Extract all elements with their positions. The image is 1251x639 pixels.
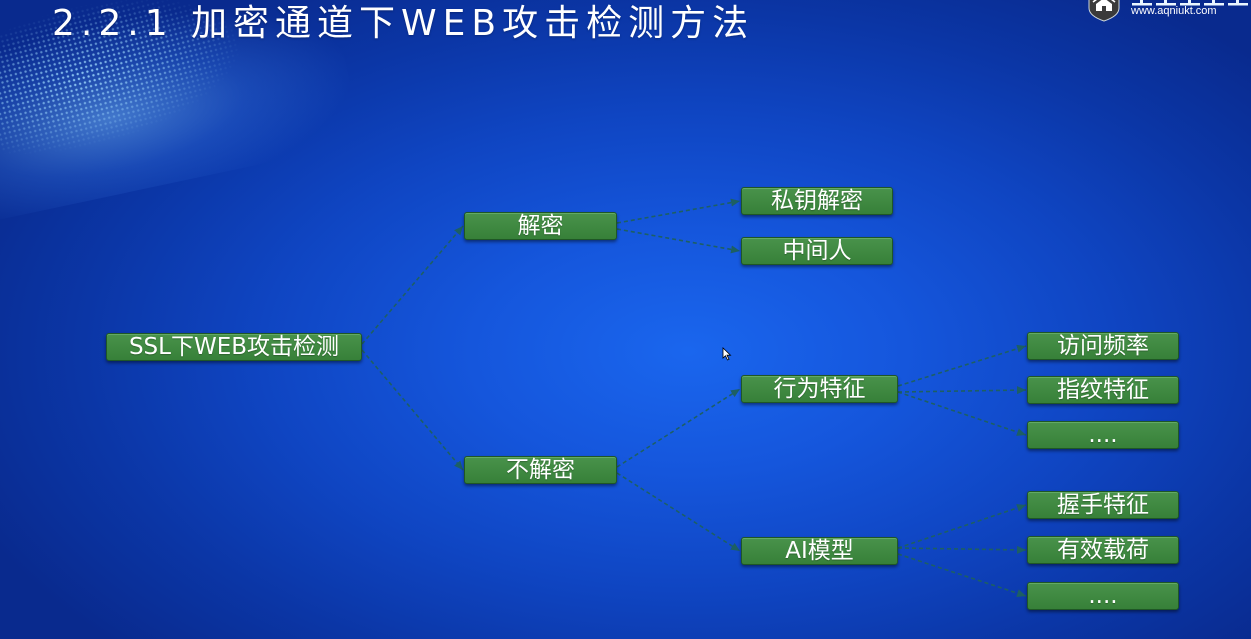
node-private-key-decryption: 私钥解密 [741,187,893,215]
node-payload: 有效载荷 [1027,536,1179,564]
connector-arrow-nodecrypt [361,349,464,471]
node-ai-model: AI模型 [741,537,898,565]
connector-arrow-mitm [616,228,741,254]
connector-arrow-freq [897,344,1027,387]
node-no-decrypt: 不解密 [464,456,617,484]
node-handshake-features: 握手特征 [1027,491,1179,519]
node-more-ai: .... [1027,582,1179,610]
connector-arrow-fingerprint [897,386,1027,395]
node-access-frequency: 访问频率 [1027,332,1179,360]
connector-arrow-more2 [897,553,1027,597]
connector-arrow-handshake [897,504,1027,549]
slide-title: 2.2.1 加密通道下WEB攻击检测方法 [52,3,755,44]
node-more-behavior: .... [1027,421,1179,449]
node-ssl-web-attack-detection: SSL下WEB攻击检测 [106,333,362,361]
connector-arrow-privkey [616,198,741,224]
connector-arrow-ai [616,472,741,552]
connector-arrow-more1 [897,391,1027,436]
connector-arrow-decrypt [361,225,464,345]
node-man-in-the-middle: 中间人 [741,237,893,265]
connector-arrow-payload [897,545,1027,554]
mouse-pointer-icon [722,347,732,361]
connector-arrow-behavior [616,388,741,468]
node-decrypt: 解密 [464,212,617,240]
shield-logo-icon [1088,0,1120,22]
logo-url-text: www.aqniukt.com [1131,5,1217,17]
slide-canvas: 2.2.1 加密通道下WEB攻击检测方法 www.aqniukt.com SSL… [0,0,1251,639]
node-fingerprint-features: 指纹特征 [1027,376,1179,404]
node-behavior-features: 行为特征 [741,375,898,403]
